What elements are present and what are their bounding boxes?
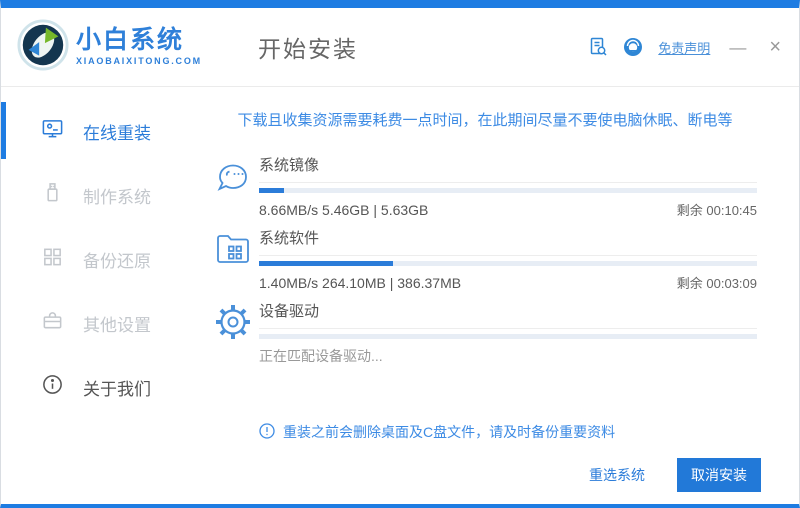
warning-notice: 重装之前会删除桌面及C盘文件，请及时备份重要资料 — [259, 422, 757, 442]
task-name: 设备驱动 — [259, 300, 757, 329]
task-remaining-text: 剩余 00:03:09 — [676, 276, 757, 291]
sidebar-item-label: 制作系统 — [83, 187, 151, 207]
reselect-system-button[interactable]: 重选系统 — [583, 464, 651, 486]
task-stats-text: 正在匹配设备驱动... — [259, 348, 383, 364]
header: 小白系统 XIAOBAIXITONG.COM 开始安装 免责声明 — × — [1, 8, 799, 87]
brand: 小白系统 XIAOBAIXITONG.COM — [17, 18, 202, 76]
sidebar-item-label: 关于我们 — [83, 379, 151, 399]
close-button[interactable]: × — [765, 35, 785, 59]
task-row-device-driver: 设备驱动 正在匹配设备驱动... — [213, 300, 757, 366]
document-search-icon[interactable] — [588, 37, 608, 57]
progress-fill — [259, 261, 394, 266]
toolbox-icon — [41, 309, 64, 337]
progress-fill — [259, 188, 284, 193]
minimize-button[interactable]: — — [725, 37, 750, 58]
task-name: 系统镜像 — [259, 154, 757, 183]
gear-icon — [213, 300, 259, 366]
task-row-system-software: 系统软件 1.40MB/s 264.10MB | 386.37MB 剩余 00:… — [213, 227, 757, 292]
brand-text: 小白系统 XIAOBAIXITONG.COM — [76, 26, 202, 67]
progress-bar-system-software — [259, 261, 757, 266]
mascot-face-icon — [213, 154, 259, 219]
page-title: 开始安装 — [257, 36, 358, 62]
sidebar-item-online-reinstall[interactable]: 在线重装 — [1, 99, 201, 163]
sidebar-item-label: 在线重装 — [83, 123, 151, 143]
progress-bar-device-driver — [259, 334, 757, 339]
sidebar-item-label: 备份还原 — [83, 251, 151, 271]
main-panel: 下载且收集资源需要耗费一点时间，在此期间尽量不要使电脑休眠、断电等 系统镜像 8… — [201, 87, 799, 504]
task-name: 系统软件 — [259, 227, 757, 256]
brand-domain: XIAOBAIXITONG.COM — [76, 56, 202, 66]
brand-name: 小白系统 — [76, 26, 185, 54]
task-row-system-image: 系统镜像 8.66MB/s 5.46GB | 5.63GB 剩余 00:10:4… — [213, 154, 757, 219]
software-folder-icon — [213, 227, 259, 292]
sidebar-item-about-us[interactable]: 关于我们 — [1, 355, 201, 419]
app-window: 小白系统 XIAOBAIXITONG.COM 开始安装 免责声明 — × 在线重… — [0, 0, 800, 508]
progress-bar-system-image — [259, 188, 757, 193]
sidebar-item-backup-restore[interactable]: 备份还原 — [1, 227, 201, 291]
header-controls: 免责声明 — × — [588, 35, 785, 59]
customer-service-icon[interactable] — [623, 37, 643, 57]
cancel-install-button[interactable]: 取消安装 — [677, 458, 761, 492]
sidebar-item-other-settings[interactable]: 其他设置 — [1, 291, 201, 355]
sidebar-item-make-system[interactable]: 制作系统 — [1, 163, 201, 227]
backup-blocks-icon — [41, 245, 64, 273]
task-list: 系统镜像 8.66MB/s 5.46GB | 5.63GB 剩余 00:10:4… — [213, 154, 757, 366]
usb-drive-icon — [41, 181, 64, 209]
app-logo-icon — [17, 18, 69, 76]
alert-circle-icon — [259, 422, 275, 442]
sidebar: 在线重装 制作系统 备份还原 其他设置 关于我们 — [1, 87, 201, 504]
task-stats-text: 1.40MB/s 264.10MB | 386.37MB — [259, 275, 462, 291]
download-tip-text: 下载且收集资源需要耗费一点时间，在此期间尽量不要使电脑休眠、断电等 — [237, 112, 733, 129]
disclaimer-link[interactable]: 免责声明 — [658, 38, 710, 57]
info-icon — [41, 373, 64, 401]
sidebar-item-label: 其他设置 — [83, 315, 151, 335]
warning-notice-text: 重装之前会删除桌面及C盘文件，请及时备份重要资料 — [283, 424, 616, 440]
monitor-reinstall-icon — [41, 117, 64, 145]
footer-actions: 重选系统 取消安装 — [583, 458, 761, 492]
task-stats-text: 8.66MB/s 5.46GB | 5.63GB — [259, 202, 429, 218]
task-remaining-text: 剩余 00:10:45 — [676, 203, 757, 218]
